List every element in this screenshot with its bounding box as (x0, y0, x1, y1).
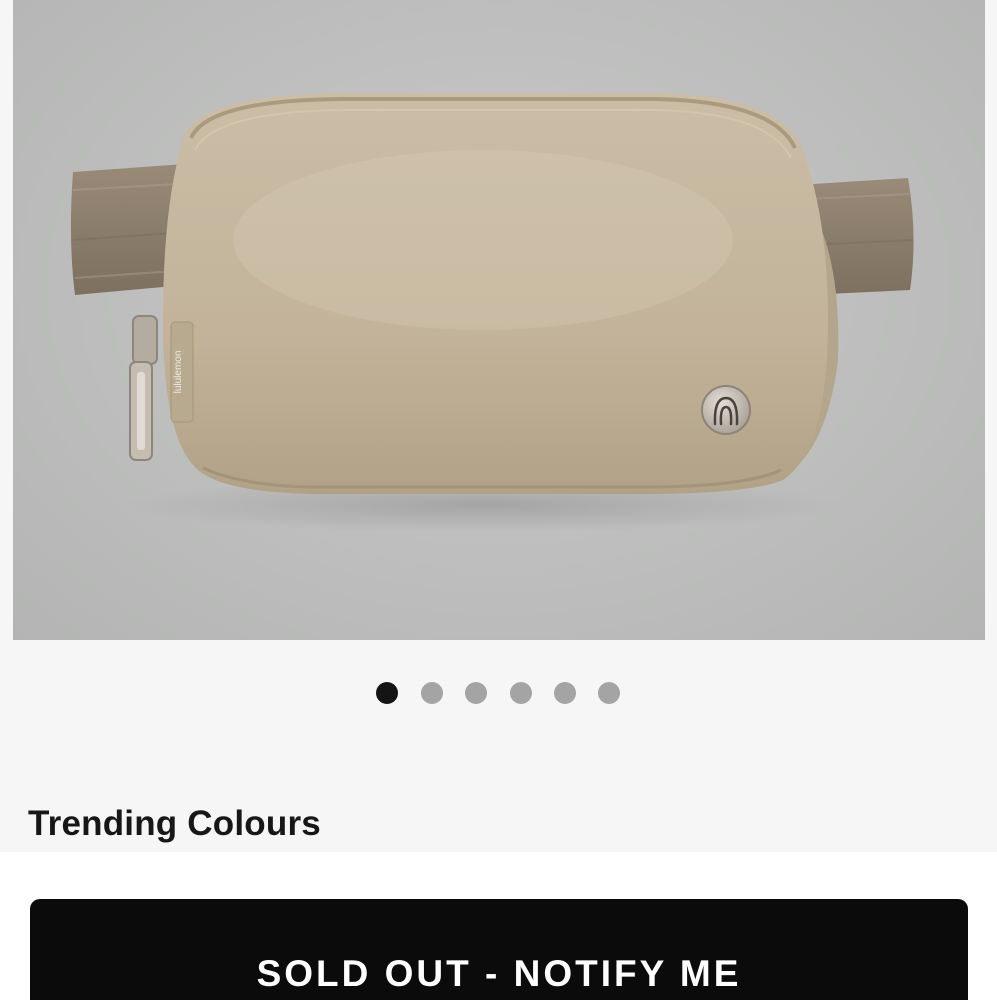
carousel-dot-3[interactable] (465, 682, 487, 704)
trending-colours-title: Trending Colours (28, 804, 321, 843)
carousel-dot-2[interactable] (421, 682, 443, 704)
carousel-dot-4[interactable] (510, 682, 532, 704)
zipper-pull (132, 315, 158, 365)
logo-tag-text: lululemon (173, 351, 184, 394)
logo-badge (701, 385, 751, 435)
carousel-dot-5[interactable] (554, 682, 576, 704)
carousel-indicators (0, 682, 997, 706)
notify-me-label: SOLD OUT - NOTIFY ME (256, 953, 742, 994)
carousel-dot-6[interactable] (598, 682, 620, 704)
notify-me-button[interactable]: SOLD OUT - NOTIFY ME (30, 899, 968, 1000)
product-image[interactable]: lululemon (13, 0, 985, 640)
product-page: lululemon Trending Colours SOLD OUT - NO… (0, 0, 997, 1000)
carousel-dot-1[interactable] (376, 682, 398, 704)
